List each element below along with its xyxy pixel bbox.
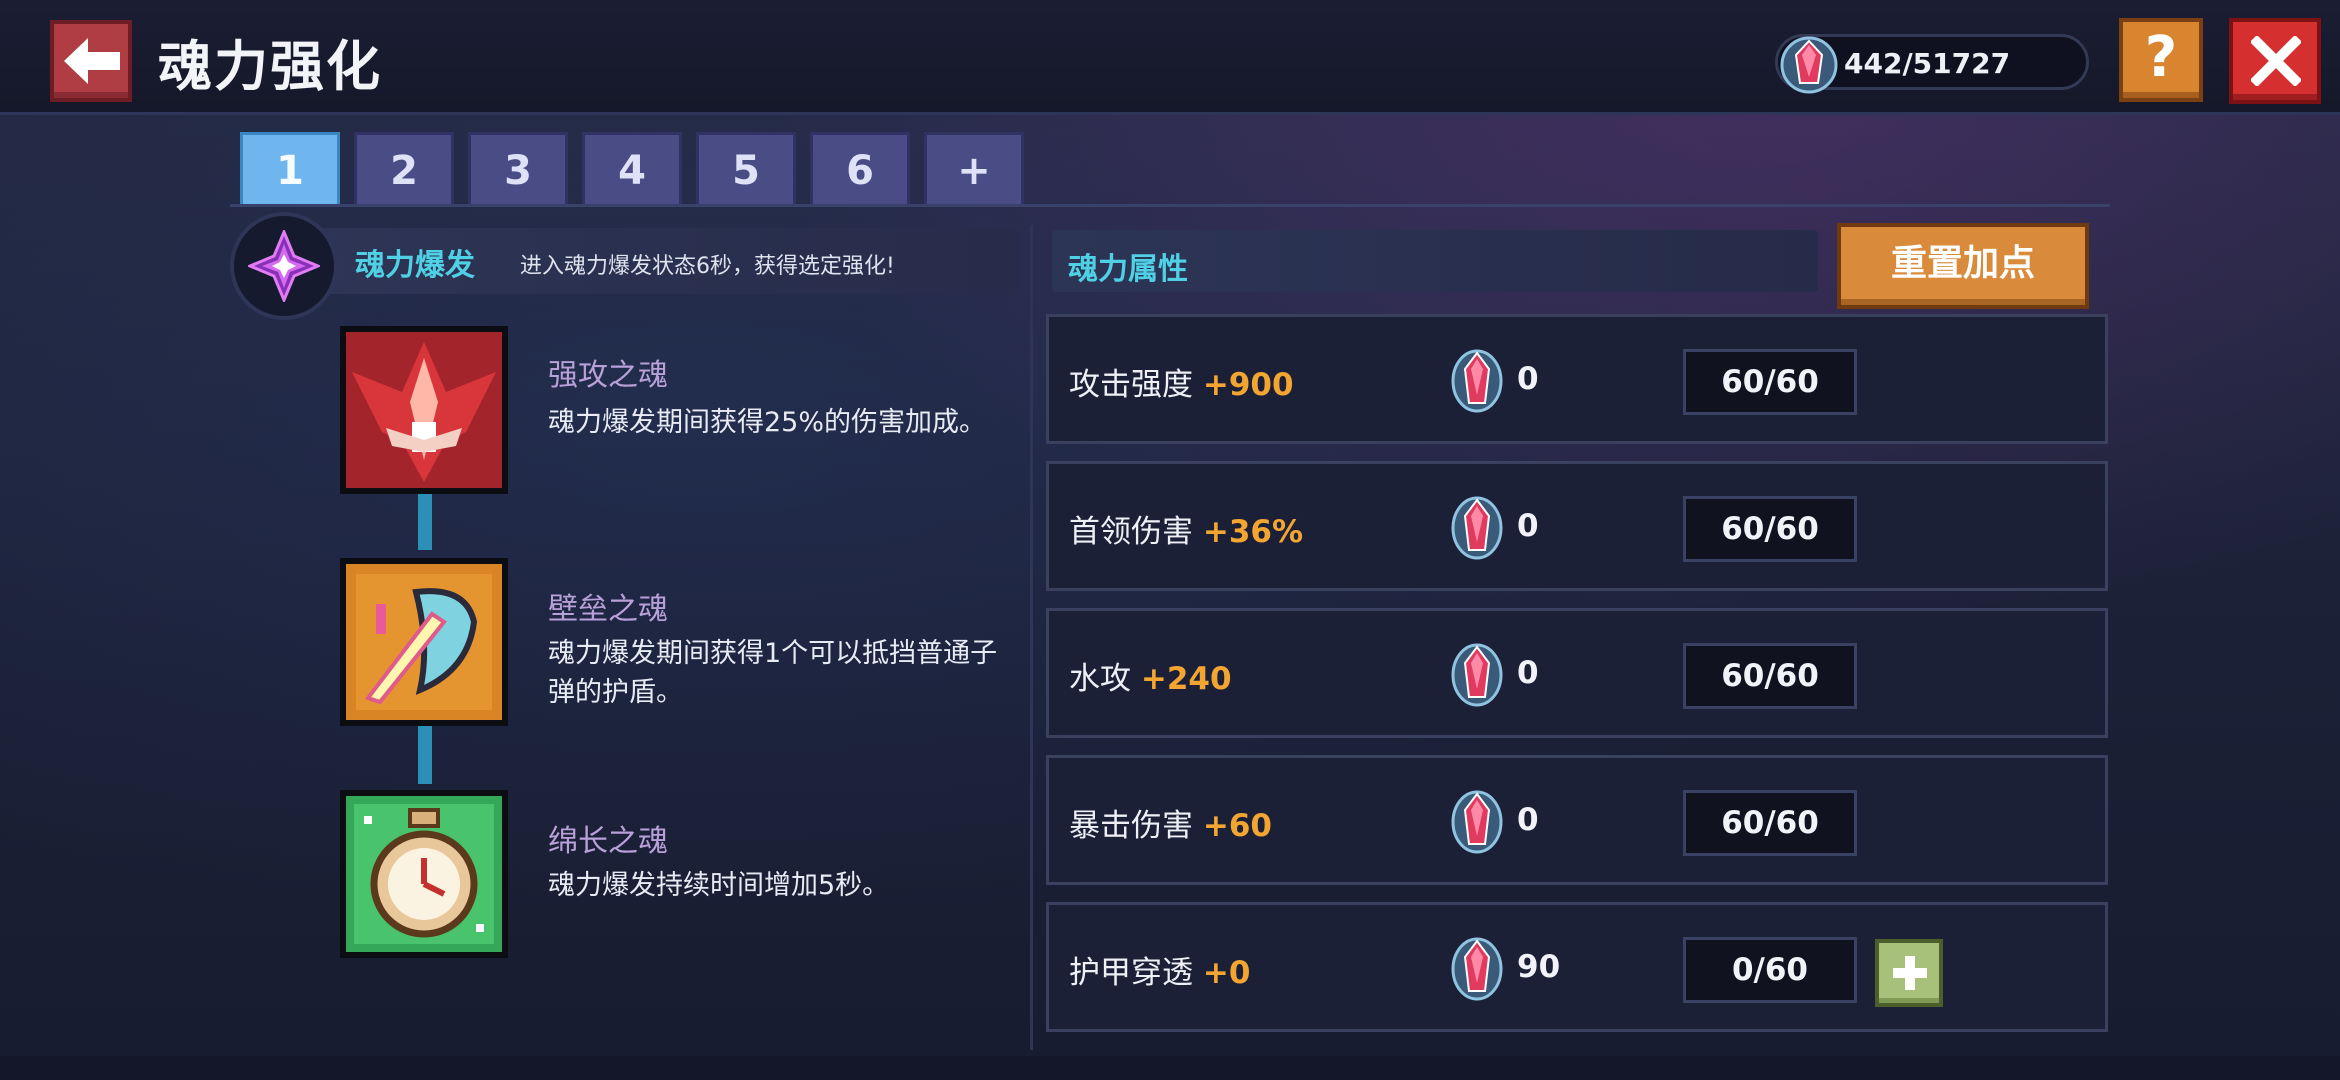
top-bar: 魂力强化 442/51727 ? xyxy=(0,0,2340,115)
back-arrow-icon xyxy=(64,38,120,84)
close-button[interactable] xyxy=(2229,18,2321,104)
soul-burst-title: 魂力爆发 xyxy=(355,248,475,283)
shield-sword-icon xyxy=(346,564,502,720)
attribute-row: 攻击强度 +900 0 60/60 xyxy=(1046,314,2108,444)
attribute-label: 水攻 +240 xyxy=(1069,653,1232,698)
soul-attributes-title: 魂力属性 xyxy=(1068,252,1188,287)
tab-3[interactable]: 3 xyxy=(468,132,568,206)
skill-name: 绵长之魂 xyxy=(548,824,668,859)
attribute-name: 首领伤害 xyxy=(1069,514,1193,550)
soul-gem-icon xyxy=(1451,937,1503,1001)
attribute-label: 暴击伤害 +60 xyxy=(1069,800,1272,845)
attribute-name: 护甲穿透 xyxy=(1069,955,1193,991)
attribute-bonus: +36% xyxy=(1202,514,1304,550)
attribute-cost: 0 xyxy=(1517,361,1539,397)
tab-2[interactable]: 2 xyxy=(354,132,454,206)
skill-icon-endurance[interactable] xyxy=(340,790,508,958)
reset-points-button[interactable]: 重置加点 xyxy=(1837,223,2089,309)
attribute-row: 暴击伤害 +60 0 60/60 xyxy=(1046,755,2108,885)
red-winged-fighter-icon xyxy=(346,332,502,488)
attribute-label: 首领伤害 +36% xyxy=(1069,506,1303,551)
soul-burst-icon xyxy=(248,230,320,302)
skill-description: 魂力爆发持续时间增加5秒。 xyxy=(548,870,890,901)
page-title: 魂力强化 xyxy=(158,35,382,98)
soul-gem-icon xyxy=(1451,790,1503,854)
close-icon xyxy=(2251,36,2301,86)
skill-description: 魂力爆发期间获得1个可以抵挡普通子弹的护盾。 xyxy=(548,638,998,708)
attribute-level: 60/60 xyxy=(1683,349,1857,415)
skill-icon-bulwark[interactable] xyxy=(340,558,508,726)
attribute-level: 60/60 xyxy=(1683,496,1857,562)
attribute-bonus: +60 xyxy=(1202,808,1272,844)
skill-connector xyxy=(418,722,432,784)
attribute-cost: 0 xyxy=(1517,508,1539,544)
attribute-row: 护甲穿透 +0 90 0/60 xyxy=(1046,902,2108,1032)
soul-gem-icon xyxy=(1451,496,1503,560)
attribute-name: 水攻 xyxy=(1069,661,1131,697)
soul-burst-description: 进入魂力爆发状态6秒，获得选定强化! xyxy=(520,254,895,279)
bottom-border xyxy=(0,1056,2340,1080)
soul-burst-icon-frame xyxy=(230,212,338,320)
soul-currency-display: 442/51727 xyxy=(1775,34,2089,94)
soul-gem-icon xyxy=(1451,349,1503,413)
attribute-label: 攻击强度 +900 xyxy=(1069,359,1294,404)
attribute-level: 0/60 xyxy=(1683,937,1857,1003)
attribute-cost: 0 xyxy=(1517,802,1539,838)
attribute-row: 水攻 +240 0 60/60 xyxy=(1046,608,2108,738)
tab-6[interactable]: 6 xyxy=(810,132,910,206)
attribute-cost: 90 xyxy=(1517,949,1561,985)
attribute-cost: 0 xyxy=(1517,655,1539,691)
skill-description: 魂力爆发期间获得25%的伤害加成。 xyxy=(548,407,987,438)
add-point-button[interactable] xyxy=(1875,939,1943,1007)
attribute-bonus: +240 xyxy=(1140,661,1232,697)
tab-1[interactable]: 1 xyxy=(240,132,340,206)
column-divider xyxy=(1030,225,1033,1050)
attribute-level: 60/60 xyxy=(1683,790,1857,856)
soul-currency-amount: 442/51727 xyxy=(1844,47,2011,80)
skill-icon-strong-attack[interactable] xyxy=(340,326,508,494)
help-button[interactable]: ? xyxy=(2119,18,2203,102)
attribute-label: 护甲穿透 +0 xyxy=(1069,947,1250,992)
stopwatch-icon xyxy=(346,796,502,952)
attribute-row: 首领伤害 +36% 0 60/60 xyxy=(1046,461,2108,591)
tab-4[interactable]: 4 xyxy=(582,132,682,206)
skill-name: 壁垒之魂 xyxy=(548,592,668,627)
skill-connector xyxy=(418,490,432,550)
back-button[interactable] xyxy=(50,20,132,102)
attribute-name: 攻击强度 xyxy=(1069,367,1193,403)
attribute-bonus: +900 xyxy=(1202,367,1294,403)
attribute-bonus: +0 xyxy=(1202,955,1251,991)
skill-name: 强攻之魂 xyxy=(548,358,668,393)
soul-gem-icon xyxy=(1780,36,1838,94)
plus-icon xyxy=(1893,956,1927,990)
attribute-level: 60/60 xyxy=(1683,643,1857,709)
attribute-name: 暴击伤害 xyxy=(1069,808,1193,844)
tab-divider xyxy=(230,204,2110,207)
tab-5[interactable]: 5 xyxy=(696,132,796,206)
tab-add[interactable]: + xyxy=(924,132,1024,206)
soul-gem-icon xyxy=(1451,643,1503,707)
